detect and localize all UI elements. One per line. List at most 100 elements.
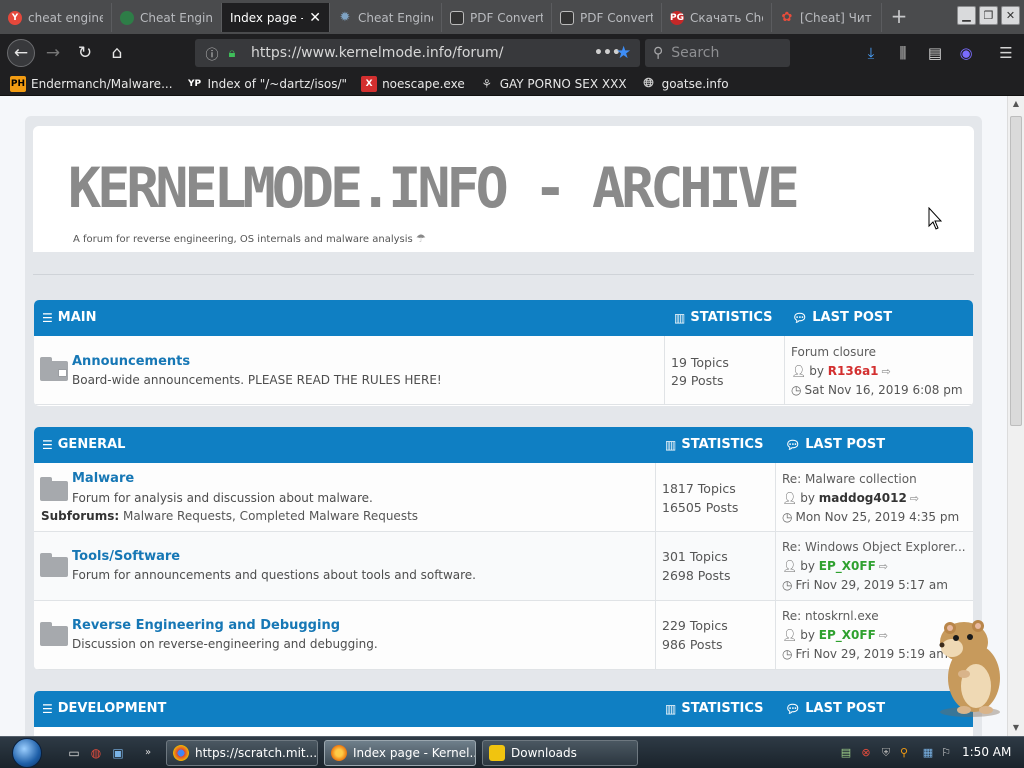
- tab-cheat-engine[interactable]: Cheat Engine: [112, 3, 222, 32]
- system-clock[interactable]: 1:50 AM: [962, 745, 1011, 759]
- minimize-button[interactable]: ▁: [957, 6, 976, 25]
- site-description: A forum for reverse engineering, OS inte…: [73, 232, 426, 245]
- tray-flag-icon[interactable]: ⚐: [938, 745, 954, 761]
- category-name: GENERAL: [57, 437, 126, 452]
- taskbar-item-index-page[interactable]: Index page - Kernel...: [324, 740, 476, 766]
- bookmark-star-icon[interactable]: ★: [616, 43, 640, 63]
- forward-button[interactable]: →: [40, 40, 66, 66]
- forum-title-link[interactable]: Malware: [72, 471, 134, 486]
- last-post-title[interactable]: Re: Malware collection: [782, 472, 917, 486]
- new-tab-button[interactable]: +: [888, 6, 910, 28]
- statistics-header: ▥ STATISTICS: [665, 437, 764, 452]
- jump-to-post-icon[interactable]: ⇨: [910, 492, 919, 505]
- info-icon[interactable]: ⓘ: [201, 44, 223, 63]
- download-icon[interactable]: ⤓: [860, 43, 882, 63]
- tab-download-che[interactable]: PG Скачать Che: [662, 3, 772, 32]
- bookmark-label: goatse.info: [661, 76, 729, 91]
- show-desktop-icon[interactable]: ▭: [66, 745, 82, 761]
- lock-icon[interactable]: 🔒︎: [223, 46, 241, 61]
- jump-to-post-icon[interactable]: ⇨: [879, 629, 888, 642]
- site-description-text: A forum for reverse engineering, OS inte…: [73, 234, 413, 245]
- jump-to-post-icon[interactable]: ⇨: [879, 560, 888, 573]
- topics-count: 1817 Topics: [662, 481, 736, 496]
- tab-cheat-engine-search[interactable]: Y cheat engine: [0, 3, 112, 32]
- menu-icon[interactable]: ☰: [995, 43, 1017, 63]
- page-actions-icon[interactable]: •••: [594, 45, 621, 61]
- forum-statistics: 19 Topics 29 Posts: [664, 336, 784, 404]
- time-text: Fri Nov 29, 2019 5:17 am: [795, 578, 948, 592]
- taskbar-item-scratch[interactable]: https://scratch.mit....: [166, 740, 318, 766]
- forum-row: Reverse Engineering and Debugging Discus…: [34, 601, 973, 670]
- bookmark-goatse[interactable]: 🌐︎ goatse.info: [641, 76, 729, 92]
- forum-statistics: 301 Topics 2698 Posts: [655, 532, 775, 600]
- bar-chart-icon: ▥: [665, 437, 677, 452]
- scroll-thumb[interactable]: [1010, 116, 1022, 426]
- close-window-button[interactable]: ✕: [1001, 6, 1020, 25]
- search-input[interactable]: ⚲ Search: [645, 39, 790, 67]
- category-title[interactable]: ☰ MAIN: [42, 310, 96, 325]
- extension-icon[interactable]: ◉: [955, 43, 977, 63]
- taskbar-item-downloads[interactable]: Downloads: [482, 740, 638, 766]
- tray-antivirus-icon[interactable]: ⊗: [858, 745, 874, 761]
- more-quicklaunch-icon[interactable]: »: [140, 745, 156, 761]
- back-button[interactable]: ←: [7, 39, 35, 67]
- statistics-label: STATISTICS: [681, 701, 764, 716]
- forum-title-link[interactable]: Tools/Software: [72, 549, 180, 564]
- user-icon: 👤︎: [791, 364, 807, 378]
- address-bar[interactable]: ⓘ 🔒︎ https://www.kernelmode.info/forum/ …: [195, 39, 640, 67]
- posts-count: 29 Posts: [671, 373, 724, 388]
- author-link[interactable]: EP_X0FF: [819, 559, 876, 573]
- scroll-up-icon[interactable]: ▲: [1008, 96, 1024, 112]
- category-title[interactable]: ☰ DEVELOPMENT: [42, 701, 166, 716]
- sidebar-icon[interactable]: ▤: [924, 43, 946, 63]
- clock-icon: ◷: [782, 647, 793, 661]
- forum-title-link[interactable]: Announcements: [72, 354, 190, 369]
- comments-icon: 💬︎: [792, 310, 808, 325]
- tray-shield-icon[interactable]: ⛨: [878, 745, 894, 761]
- forum-description: Forum for announcements and questions ab…: [72, 568, 476, 582]
- scroll-down-icon[interactable]: ▼: [1008, 720, 1024, 736]
- category-title[interactable]: ☰ GENERAL: [42, 437, 125, 452]
- bookmark-gay-porno[interactable]: ⚘ GAY PORNO SEX XXX: [479, 76, 626, 92]
- bookmark-noescape[interactable]: X noescape.exe: [361, 75, 465, 92]
- tab-cheat-engine-2[interactable]: ✹ Cheat Engine: [330, 3, 442, 32]
- library-icon[interactable]: ⫼: [892, 43, 914, 63]
- forum-title-link[interactable]: Reverse Engineering and Debugging: [72, 618, 340, 633]
- tray-network-icon[interactable]: ▦: [920, 745, 936, 761]
- subforum-links[interactable]: Malware Requests, Completed Malware Requ…: [123, 509, 418, 523]
- tab-index-page[interactable]: Index page - Ke ✕: [222, 3, 330, 32]
- subforums: Subforums: Malware Requests, Completed M…: [41, 509, 418, 523]
- forum-description: Discussion on reverse-engineering and de…: [72, 637, 378, 651]
- start-button[interactable]: [4, 737, 50, 768]
- home-button[interactable]: ⌂: [104, 40, 130, 66]
- tab-title: Index page - Ke: [230, 10, 303, 25]
- bookmark-label: noescape.exe: [382, 76, 465, 91]
- site-title[interactable]: KERNELMODE.INFO - ARCHIVE: [68, 156, 800, 220]
- taskbar: ▭ ◍ ▣ » https://scratch.mit.... Index pa…: [0, 736, 1024, 768]
- last-post-header: 💬︎ LAST POST: [792, 310, 892, 325]
- tray-document-icon[interactable]: ▤: [838, 745, 854, 761]
- close-icon[interactable]: ✕: [309, 10, 321, 26]
- last-post-title[interactable]: Forum closure: [791, 345, 876, 359]
- reload-button[interactable]: ↻: [72, 40, 98, 66]
- last-post-title[interactable]: Re: Windows Object Explorer...: [782, 540, 966, 554]
- author-link[interactable]: EP_X0FF: [819, 628, 876, 642]
- gear-icon: ✹: [339, 10, 351, 25]
- tab-pdf-converter-2[interactable]: PDF Converter: [552, 3, 662, 32]
- bookmark-dartz-isos[interactable]: YP Index of "/~dartz/isos/": [187, 76, 347, 92]
- bookmark-endermanch[interactable]: PH Endermanch/Malware...: [10, 75, 173, 92]
- last-post-label: LAST POST: [805, 437, 886, 452]
- topics-count: 19 Topics: [671, 355, 729, 370]
- folder-icon: [489, 745, 505, 761]
- author-link[interactable]: R136a1: [828, 364, 879, 378]
- tab-cheat-chit[interactable]: ✿ [Cheat] Чит: [772, 3, 882, 32]
- tab-pdf-converter[interactable]: PDF Converter: [442, 3, 552, 32]
- computer-icon[interactable]: ▣: [110, 745, 126, 761]
- browser-quicklaunch-icon[interactable]: ◍: [88, 745, 104, 761]
- tray-search-icon[interactable]: ⚲: [896, 745, 912, 761]
- last-post-title[interactable]: Re: ntoskrnl.exe: [782, 609, 879, 623]
- author-link[interactable]: maddog4012: [819, 491, 907, 505]
- hamster-mascot-icon: [939, 620, 1000, 717]
- jump-to-post-icon[interactable]: ⇨: [882, 365, 891, 378]
- restore-button[interactable]: ❐: [979, 6, 998, 25]
